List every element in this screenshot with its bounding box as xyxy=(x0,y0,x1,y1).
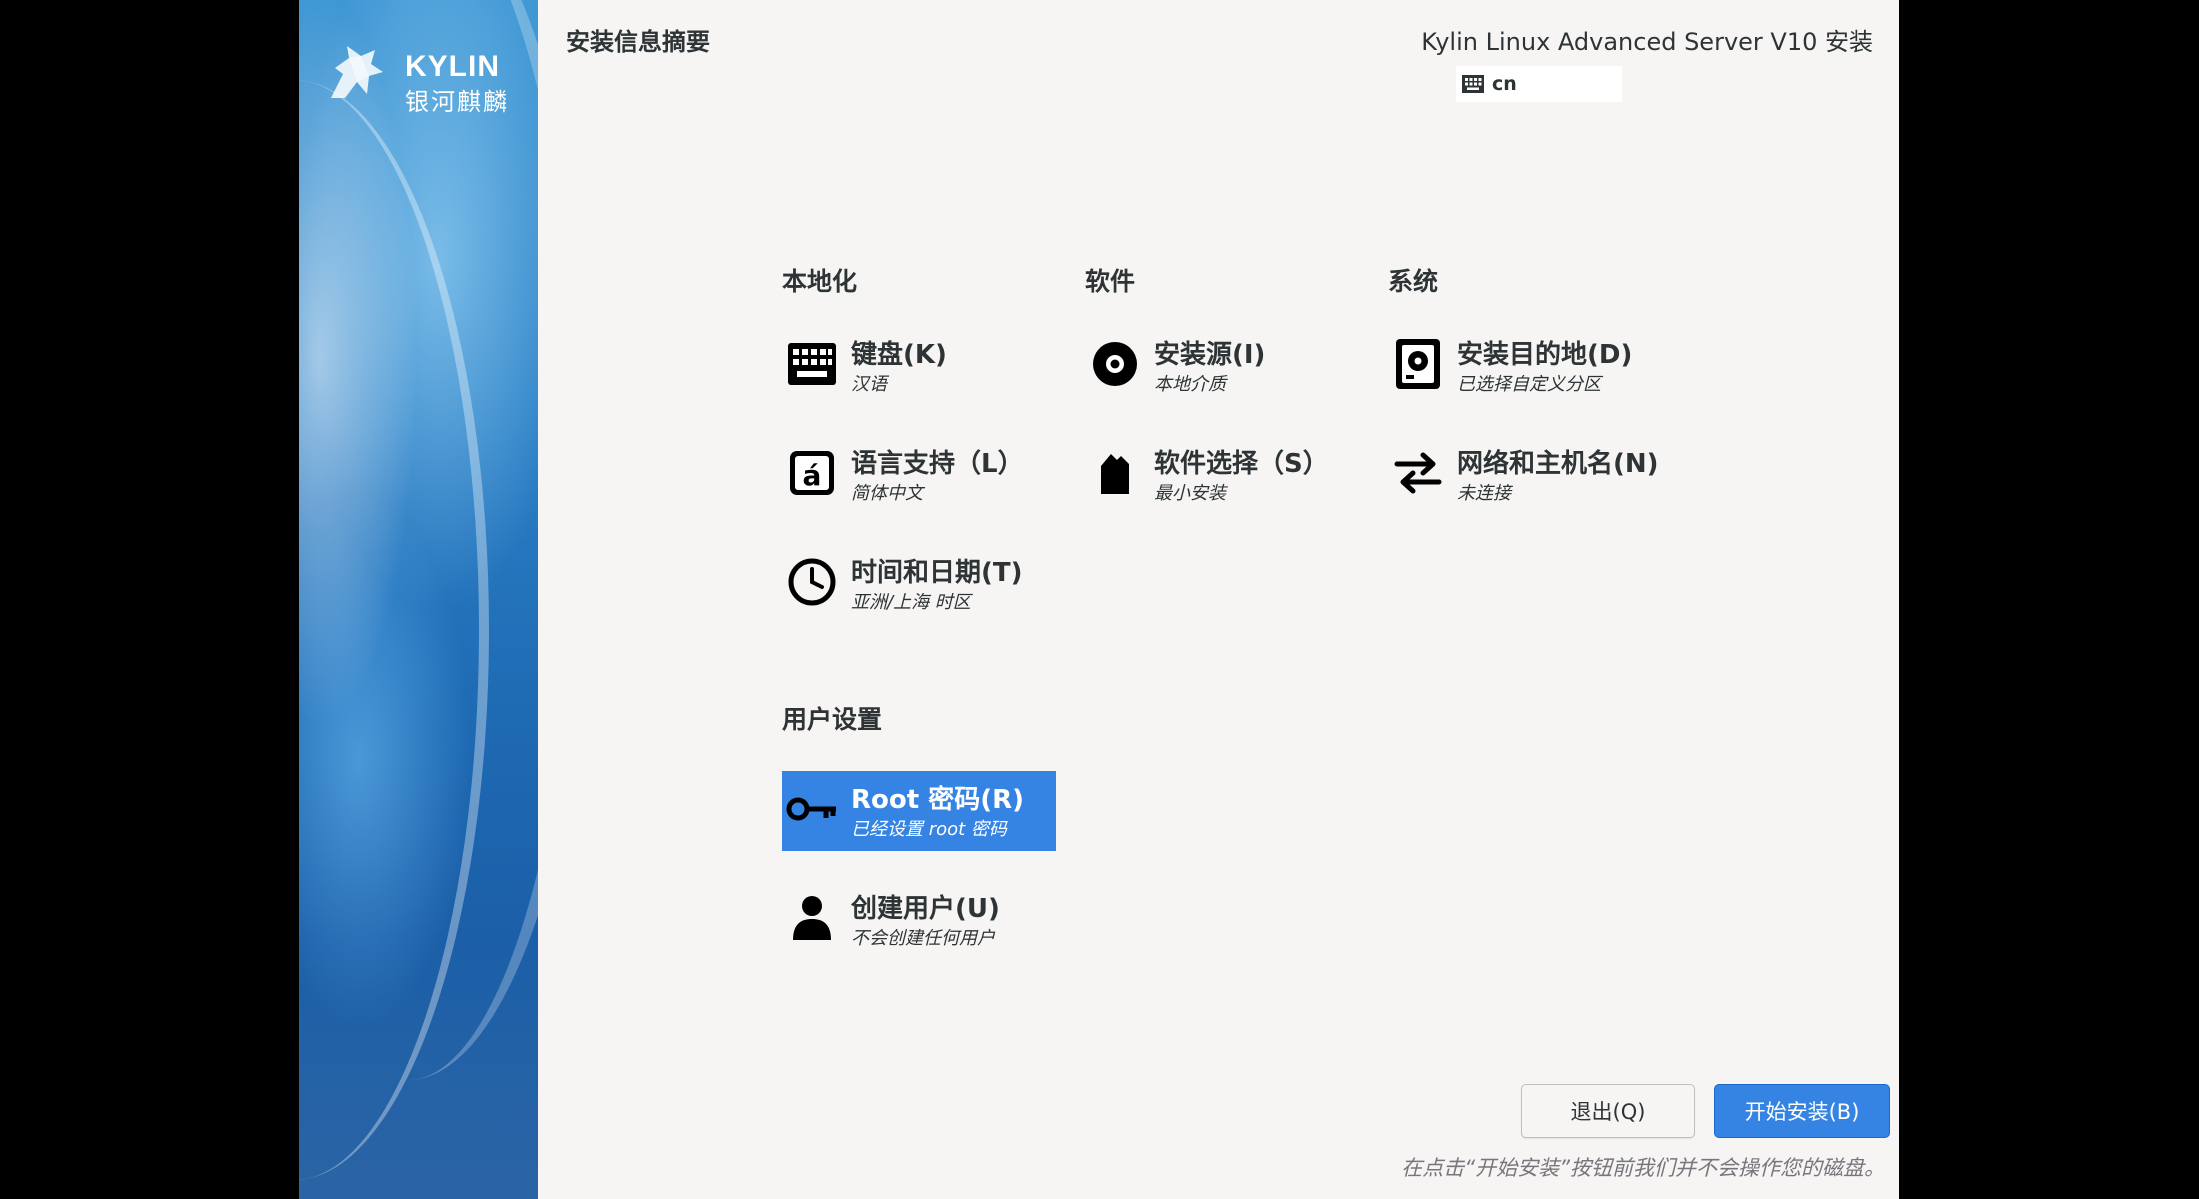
keyboard-layout-indicator[interactable]: cn xyxy=(1456,66,1622,102)
spoke-create-user-status: 不会创建任何用户 xyxy=(851,928,995,949)
kylin-logo: KYLIN 银河麒麟 xyxy=(321,38,521,116)
section-title-user-settings: 用户设置 xyxy=(782,705,883,734)
section-title-localization: 本地化 xyxy=(782,267,858,296)
spoke-installation-destination-title: 安装目的地(D) xyxy=(1457,340,1633,370)
logo-text-en: KYLIN xyxy=(405,50,500,83)
keyboard-icon xyxy=(784,336,840,392)
section-title-system: 系统 xyxy=(1388,267,1439,296)
spoke-keyboard-status: 汉语 xyxy=(851,374,887,395)
spoke-installation-source-title: 安装源(I) xyxy=(1154,340,1266,370)
spoke-create-user-title: 创建用户(U) xyxy=(851,894,1000,924)
spoke-installation-source-status: 本地介质 xyxy=(1154,374,1226,395)
spoke-datetime-status: 亚洲/上海 时区 xyxy=(851,592,971,613)
spoke-network-hostname-status: 未连接 xyxy=(1457,483,1511,504)
spoke-software-selection-title: 软件选择（S） xyxy=(1154,449,1329,479)
spoke-installation-source[interactable]: 安装源(I) 本地介质 xyxy=(1085,326,1359,406)
kylin-logo-icon xyxy=(331,46,383,98)
spoke-network-hostname-title: 网络和主机名(N) xyxy=(1457,449,1659,479)
spoke-language-status: 简体中文 xyxy=(851,483,923,504)
sidebar: KYLIN 银河麒麟 xyxy=(299,0,538,1199)
product-title: Kylin Linux Advanced Server V10 安装 xyxy=(1421,28,1873,56)
spoke-root-password[interactable]: Root 密码(R) 已经设置 root 密码 xyxy=(782,771,1056,851)
spoke-language-title: 语言支持（L） xyxy=(851,449,1024,479)
package-icon xyxy=(1087,445,1143,501)
clock-icon xyxy=(784,554,840,610)
quit-button[interactable]: 退出(Q) xyxy=(1521,1084,1695,1138)
spoke-installation-destination[interactable]: 安装目的地(D) 已选择自定义分区 xyxy=(1388,326,1662,406)
section-title-software: 软件 xyxy=(1085,267,1136,296)
logo-text-cn: 银河麒麟 xyxy=(405,88,509,116)
spoke-datetime[interactable]: 时间和日期(T) 亚洲/上海 时区 xyxy=(782,544,1056,624)
keyboard-small-icon xyxy=(1462,75,1484,93)
network-arrows-icon xyxy=(1390,445,1446,501)
svg-text:á: á xyxy=(803,459,822,492)
spoke-keyboard-title: 键盘(K) xyxy=(851,340,947,370)
spoke-root-password-status: 已经设置 root 密码 xyxy=(851,819,1007,840)
harddisk-icon xyxy=(1390,336,1446,392)
begin-installation-button[interactable]: 开始安装(B) xyxy=(1714,1084,1890,1138)
key-icon xyxy=(784,781,840,837)
language-icon: á xyxy=(784,445,840,501)
spoke-network-hostname[interactable]: 网络和主机名(N) 未连接 xyxy=(1388,435,1662,515)
spoke-datetime-title: 时间和日期(T) xyxy=(851,558,1023,588)
disk-warning-note: 在点击“开始安装”按钮前我们并不会操作您的磁盘。 xyxy=(1401,1156,1885,1180)
spoke-installation-destination-status: 已选择自定义分区 xyxy=(1457,374,1601,395)
spoke-keyboard[interactable]: 键盘(K) 汉语 xyxy=(782,326,1056,406)
keyboard-layout-label: cn xyxy=(1492,73,1517,95)
spoke-create-user[interactable]: 创建用户(U) 不会创建任何用户 xyxy=(782,880,1056,960)
spoke-software-selection[interactable]: 软件选择（S） 最小安装 xyxy=(1085,435,1359,515)
page-title: 安装信息摘要 xyxy=(566,28,710,56)
user-icon xyxy=(784,890,840,946)
spoke-software-selection-status: 最小安装 xyxy=(1154,483,1226,504)
disc-icon xyxy=(1087,336,1143,392)
main-panel: 安装信息摘要 Kylin Linux Advanced Server V10 安… xyxy=(538,0,1899,1199)
spoke-language[interactable]: á 语言支持（L） 简体中文 xyxy=(782,435,1056,515)
spoke-root-password-title: Root 密码(R) xyxy=(851,785,1025,815)
